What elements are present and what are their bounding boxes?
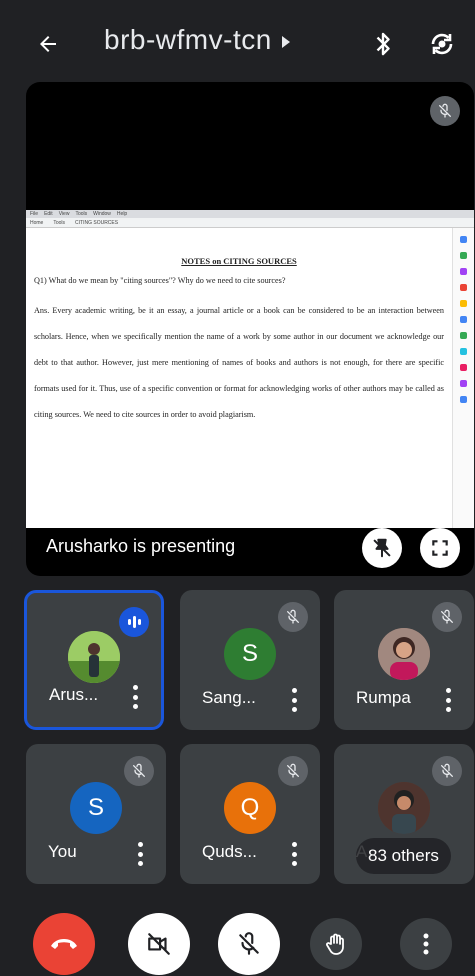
camera-toggle-button[interactable] xyxy=(128,913,190,975)
avatar: S xyxy=(70,782,122,834)
more-options-icon[interactable] xyxy=(136,842,144,866)
presentation-panel[interactable]: File Edit View Tools Window Help Home To… xyxy=(26,82,474,576)
back-arrow-icon xyxy=(40,36,56,52)
mic-off-icon xyxy=(432,602,462,632)
participant-tile[interactable]: S You xyxy=(26,744,166,884)
participant-tile[interactable]: Rumpa xyxy=(334,590,474,730)
tab-tools: Tools xyxy=(53,219,66,226)
bluetooth-icon xyxy=(376,32,390,56)
fullscreen-button[interactable] xyxy=(420,528,460,568)
meeting-code: brb-wfmv-tcn xyxy=(104,24,272,55)
avatar xyxy=(378,782,430,834)
document-answer: Ans. Every academic writing, be it an es… xyxy=(34,306,444,420)
mic-off-icon xyxy=(239,932,259,955)
participant-name: Sang... xyxy=(202,688,256,707)
document-tabbar: Home Tools CITING SOURCES xyxy=(26,218,474,228)
sidebar-tool-icon xyxy=(460,268,467,275)
menu-tools: Tools xyxy=(75,211,88,217)
more-options-icon[interactable] xyxy=(290,688,298,712)
menu-file: File xyxy=(30,211,39,217)
back-button[interactable] xyxy=(28,26,68,62)
sidebar-tool-icon xyxy=(460,284,467,291)
avatar-initial: S xyxy=(87,794,104,821)
avatar xyxy=(68,631,120,683)
mic-off-icon xyxy=(439,103,451,118)
avatar xyxy=(378,628,430,680)
sidebar-tool-icon xyxy=(460,332,467,339)
presenter-muted-indicator xyxy=(430,96,460,126)
mic-off-icon xyxy=(124,756,154,786)
avatar-initial: Q xyxy=(240,794,260,821)
avatar-initial: S xyxy=(241,640,258,667)
unpin-icon xyxy=(373,538,391,558)
document-menubar: File Edit View Tools Window Help xyxy=(26,210,474,218)
unpin-button[interactable] xyxy=(362,528,402,568)
document-heading: NOTES on CITING SOURCES xyxy=(181,256,297,266)
hang-up-icon xyxy=(51,939,77,949)
end-call-button[interactable] xyxy=(33,913,95,975)
menu-window: Window xyxy=(93,211,111,217)
avatar: S xyxy=(224,628,276,680)
mic-off-icon xyxy=(432,756,462,786)
sidebar-tool-icon xyxy=(460,316,467,323)
more-vertical-icon xyxy=(423,933,429,955)
caret-right-icon xyxy=(281,36,290,48)
top-bar: brb-wfmv-tcn xyxy=(0,0,475,86)
menu-help: Help xyxy=(116,211,128,217)
switch-camera-button[interactable] xyxy=(422,26,462,62)
sidebar-tool-icon xyxy=(460,396,467,403)
speaking-indicator-icon xyxy=(119,607,149,637)
more-options-icon[interactable] xyxy=(131,685,139,709)
participant-name: You xyxy=(48,842,77,861)
participant-tile[interactable]: Arus... xyxy=(24,590,164,730)
participant-name: Quds... xyxy=(202,842,257,861)
more-options-icon[interactable] xyxy=(290,842,298,866)
document-body: NOTES on CITING SOURCES Q1) What do we m… xyxy=(26,228,452,528)
tab-home: Home xyxy=(30,219,44,226)
avatar-photo xyxy=(68,631,120,683)
menu-view: View xyxy=(58,211,70,217)
sidebar-tool-icon xyxy=(460,348,467,355)
menu-edit: Edit xyxy=(44,211,53,217)
avatar-photo xyxy=(378,628,430,680)
more-options-button[interactable] xyxy=(400,918,452,970)
document-sidebar xyxy=(452,228,474,528)
avatar: Q xyxy=(224,782,276,834)
presenter-label: Arusharko is presenting xyxy=(46,536,236,556)
sidebar-tool-icon xyxy=(460,300,467,307)
others-count-button[interactable]: 83 others xyxy=(356,838,451,874)
fullscreen-icon xyxy=(432,540,448,556)
meeting-code-button[interactable]: brb-wfmv-tcn xyxy=(104,24,290,56)
sidebar-tool-icon xyxy=(460,252,467,259)
more-options-icon[interactable] xyxy=(444,688,452,712)
sidebar-tool-icon xyxy=(460,236,467,243)
switch-camera-icon xyxy=(431,33,453,55)
participant-name: Arus... xyxy=(49,685,99,704)
mic-off-icon xyxy=(278,756,308,786)
sidebar-tool-icon xyxy=(460,380,467,387)
avatar-photo xyxy=(378,782,430,834)
participant-tile[interactable]: Q Quds... xyxy=(180,744,320,884)
participant-name: Rumpa xyxy=(356,688,411,707)
sidebar-tool-icon xyxy=(460,364,467,371)
mic-toggle-button[interactable] xyxy=(218,913,280,975)
camera-off-icon xyxy=(148,933,170,955)
hand-icon xyxy=(326,933,344,955)
mic-off-icon xyxy=(278,602,308,632)
tab-document: CITING SOURCES xyxy=(75,219,119,226)
participant-tile[interactable]: S Sang... xyxy=(180,590,320,730)
bluetooth-button[interactable] xyxy=(366,26,400,62)
shared-screen-document: File Edit View Tools Window Help Home To… xyxy=(26,210,474,528)
raise-hand-button[interactable] xyxy=(310,918,362,970)
document-question: Q1) What do we mean by "citing sources"?… xyxy=(34,276,286,286)
